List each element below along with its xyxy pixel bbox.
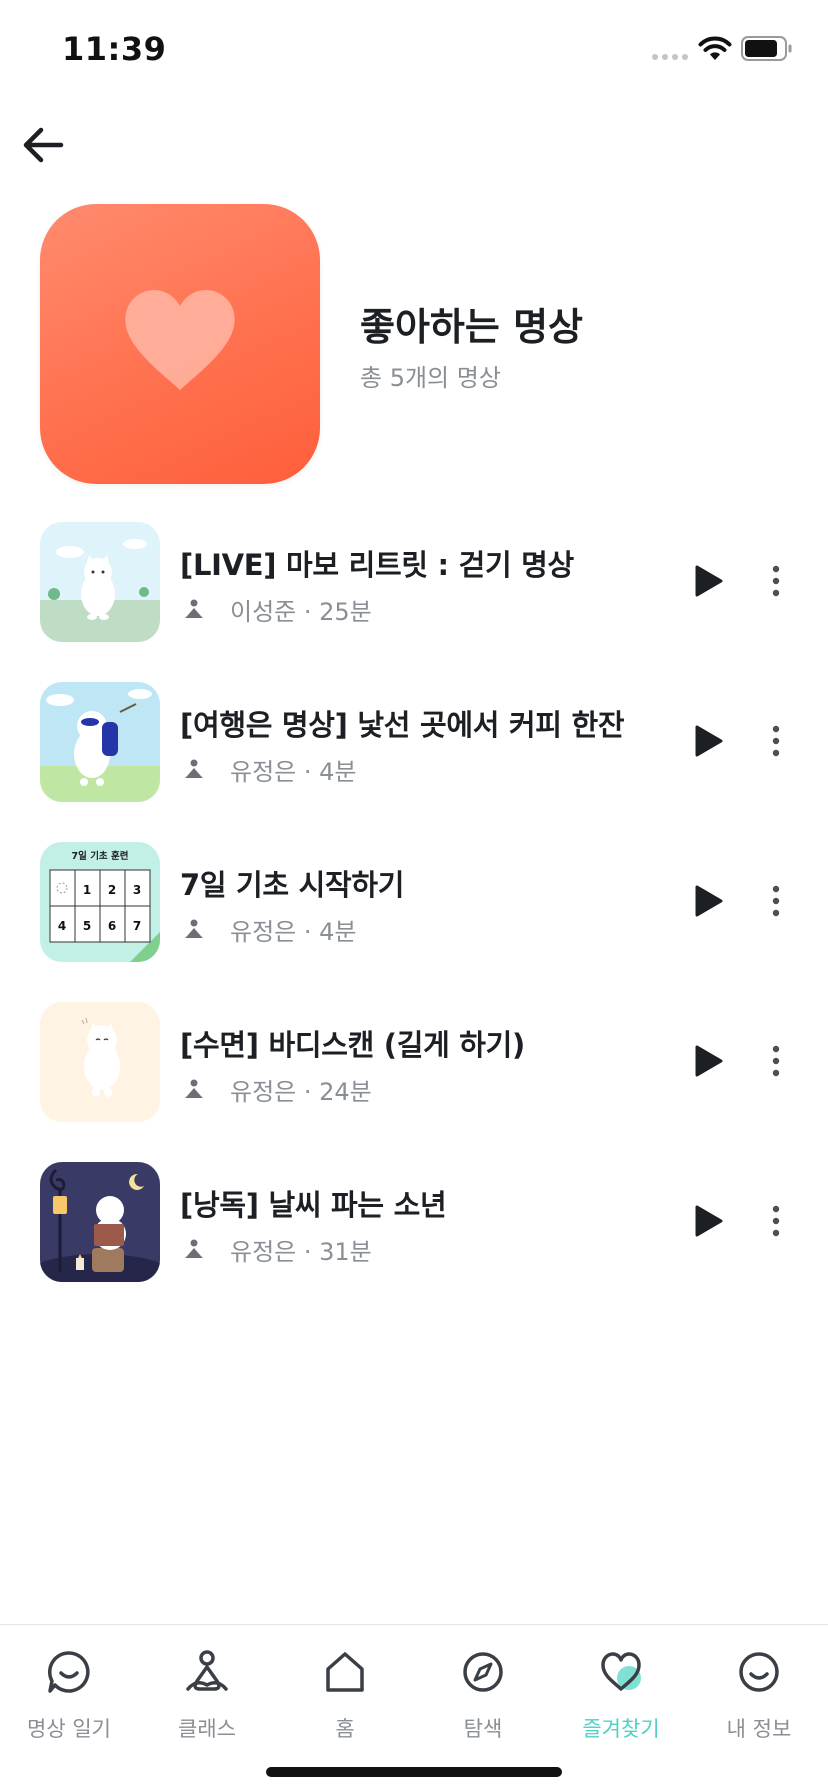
more-options-button[interactable] — [758, 1038, 794, 1084]
play-icon — [695, 565, 723, 597]
more-options-button[interactable] — [758, 1198, 794, 1244]
svg-text:6: 6 — [108, 919, 116, 933]
play-button[interactable] — [686, 718, 732, 764]
person-meditation-icon — [185, 599, 203, 618]
tab-home[interactable]: 홈 — [276, 1639, 414, 1749]
play-button[interactable] — [686, 1198, 732, 1244]
list-item[interactable]: [여행은 명상] 낯선 곳에서 커피 한잔 유정은 · 4분 — [0, 682, 828, 806]
more-options-button[interactable] — [758, 718, 794, 764]
tab-favorites[interactable]: 즐겨찾기 — [552, 1639, 690, 1749]
arrow-left-icon — [23, 127, 64, 163]
tab-label: 홈 — [335, 1717, 355, 1741]
heart-icon — [601, 1652, 641, 1691]
play-icon — [695, 1205, 723, 1237]
meditation-title: [수면] 바디스캔 (길게 하기) — [180, 1028, 526, 1062]
home-indicator — [266, 1767, 562, 1777]
heart-icon — [125, 290, 235, 390]
person-meditation-icon — [185, 1079, 203, 1098]
list-item[interactable]: [낭독] 날씨 파는 소년 유정은 · 31분 — [0, 1162, 828, 1286]
tab-my-info[interactable]: 내 정보 — [690, 1639, 828, 1749]
meditation-title: [여행은 명상] 낯선 곳에서 커피 한잔 — [180, 708, 625, 742]
more-options-button[interactable] — [758, 558, 794, 604]
instructor-duration: 유정은 · 4분 — [230, 758, 357, 786]
status-time: 11:39 — [62, 30, 167, 68]
more-vertical-icon — [772, 565, 780, 597]
status-bar: 11:39 — [0, 0, 828, 100]
instructor-duration: 유정은 · 31분 — [230, 1238, 372, 1266]
tab-label: 즐겨찾기 — [582, 1717, 660, 1741]
wifi-icon — [698, 36, 732, 60]
battery-icon — [741, 36, 792, 61]
svg-text:3: 3 — [133, 883, 141, 897]
more-vertical-icon — [772, 885, 780, 917]
cellular-signal-icon — [652, 54, 688, 60]
person-meditation-icon — [186, 1650, 228, 1691]
list-item[interactable]: [수면] 바디스캔 (길게 하기) 유정은 · 24분 — [0, 1002, 828, 1126]
instructor-duration: 이성준 · 25분 — [230, 598, 372, 626]
list-item[interactable]: 7일 기초 훈련 1 2 3 4 5 6 7 7일 기초 시작하기 유정은 · … — [0, 842, 828, 966]
instructor-duration: 유정은 · 4분 — [230, 918, 357, 946]
person-meditation-icon — [185, 1239, 203, 1258]
meditation-title: [LIVE] 마보 리트릿 : 걷기 명상 — [180, 548, 574, 582]
more-vertical-icon — [772, 725, 780, 757]
meditation-title: 7일 기초 시작하기 — [180, 868, 405, 902]
play-icon — [695, 1045, 723, 1077]
favorites-cover-image — [40, 204, 320, 484]
tab-explore[interactable]: 탐색 — [414, 1639, 552, 1749]
play-icon — [695, 725, 723, 757]
svg-text:4: 4 — [58, 919, 66, 933]
home-icon — [326, 1652, 364, 1692]
person-meditation-icon — [185, 759, 203, 778]
tab-label: 클래스 — [178, 1717, 236, 1741]
more-vertical-icon — [772, 1045, 780, 1077]
meditation-title: [낭독] 날씨 파는 소년 — [180, 1188, 447, 1222]
tab-meditation-diary[interactable]: 명상 일기 — [0, 1639, 138, 1749]
tab-label: 탐색 — [463, 1717, 503, 1741]
svg-text:5: 5 — [83, 919, 91, 933]
person-meditation-icon — [185, 919, 203, 938]
svg-text:2: 2 — [108, 883, 116, 897]
smile-chat-icon — [48, 1651, 90, 1693]
smile-face-icon — [739, 1652, 779, 1692]
meditation-thumbnail — [40, 522, 160, 642]
meditation-thumbnail: 7일 기초 훈련 1 2 3 4 5 6 7 — [40, 842, 160, 962]
compass-icon — [463, 1652, 503, 1692]
play-button[interactable] — [686, 1038, 732, 1084]
meditation-thumbnail — [40, 1162, 160, 1282]
tab-label: 명상 일기 — [27, 1717, 111, 1741]
play-button[interactable] — [686, 558, 732, 604]
play-icon — [695, 885, 723, 917]
meditation-count: 총 5개의 명상 — [360, 364, 501, 392]
play-button[interactable] — [686, 878, 732, 924]
back-button[interactable] — [18, 120, 68, 170]
svg-text:7: 7 — [133, 919, 141, 933]
more-vertical-icon — [772, 1205, 780, 1237]
more-options-button[interactable] — [758, 878, 794, 924]
tab-class[interactable]: 클래스 — [138, 1639, 276, 1749]
tab-label: 내 정보 — [726, 1717, 792, 1741]
svg-text:1: 1 — [83, 883, 91, 897]
page-title: 좋아하는 명상 — [360, 305, 583, 349]
list-item[interactable]: [LIVE] 마보 리트릿 : 걷기 명상 이성준 · 25분 — [0, 522, 828, 646]
instructor-duration: 유정은 · 24분 — [230, 1078, 372, 1106]
calendar-heading: 7일 기초 훈련 — [72, 850, 129, 862]
meditation-thumbnail — [40, 682, 160, 802]
meditation-thumbnail — [40, 1002, 160, 1122]
